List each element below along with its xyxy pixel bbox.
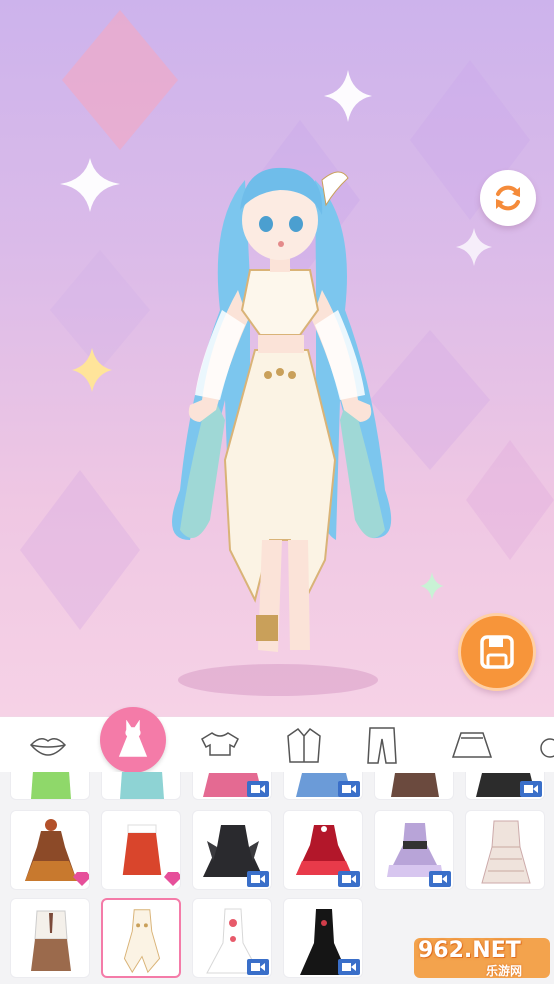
dressup-stage	[0, 0, 554, 716]
item-card-selected[interactable]	[101, 898, 181, 978]
item-card[interactable]	[10, 772, 90, 800]
jacket-icon	[287, 727, 321, 763]
item-card[interactable]	[10, 898, 90, 978]
refresh-button[interactable]	[480, 170, 536, 226]
item-card[interactable]	[465, 810, 545, 890]
dress-icon	[118, 720, 148, 757]
gem-icon	[164, 872, 180, 886]
watermark-sub-text: 乐游网	[486, 964, 523, 978]
shoe-icon	[540, 738, 554, 758]
video-ad-icon	[247, 871, 269, 887]
category-tab-bar	[0, 707, 554, 773]
gem-icon	[73, 872, 89, 886]
lips-icon	[29, 738, 67, 756]
tab-tops[interactable]	[194, 723, 246, 767]
save-floppy-icon	[480, 635, 514, 669]
item-card[interactable]	[283, 810, 363, 890]
video-ad-icon	[520, 781, 542, 797]
item-card[interactable]	[374, 810, 454, 890]
tab-pants[interactable]	[356, 723, 408, 767]
video-ad-icon	[338, 871, 360, 887]
video-ad-icon	[429, 871, 451, 887]
item-card[interactable]	[192, 898, 272, 978]
item-card[interactable]	[192, 772, 272, 800]
character-avatar[interactable]	[150, 160, 410, 700]
video-ad-icon	[338, 781, 360, 797]
item-card[interactable]	[465, 772, 545, 800]
tab-lips[interactable]	[22, 723, 74, 767]
item-card[interactable]	[101, 772, 181, 800]
pants-icon	[367, 727, 397, 764]
crop-top-icon	[201, 732, 239, 756]
skirt-icon	[451, 732, 493, 758]
video-ad-icon	[247, 959, 269, 975]
item-card[interactable]	[101, 810, 181, 890]
tab-jackets[interactable]	[278, 723, 330, 767]
item-card[interactable]	[10, 810, 90, 890]
item-card[interactable]	[283, 898, 363, 978]
video-ad-icon	[247, 781, 269, 797]
item-card[interactable]	[283, 772, 363, 800]
video-ad-icon	[338, 959, 360, 975]
watermark-logo-text: 962.NET	[418, 938, 521, 963]
save-button[interactable]	[458, 613, 536, 691]
tab-more[interactable]	[528, 723, 554, 767]
refresh-icon	[496, 185, 520, 211]
item-card[interactable]	[374, 772, 454, 800]
item-card[interactable]	[192, 810, 272, 890]
tab-dress[interactable]	[100, 707, 166, 773]
tab-skirts[interactable]	[446, 723, 498, 767]
